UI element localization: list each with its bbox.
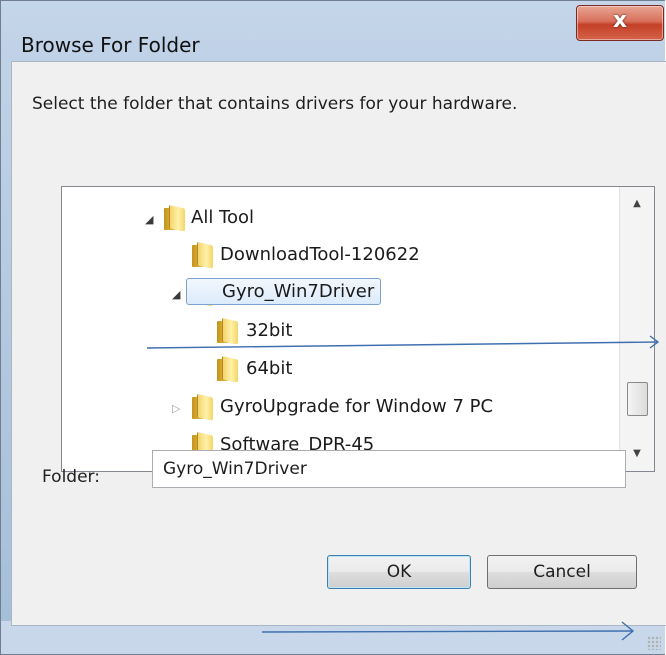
browse-for-folder-dialog: Browse For Folder x Select the folder th… xyxy=(0,0,666,655)
folder-icon xyxy=(217,318,238,345)
close-icon: x xyxy=(612,8,628,33)
expand-arrow-icon[interactable]: ◢ xyxy=(172,288,180,301)
instruction-text: Select the folder that contains drivers … xyxy=(32,94,518,114)
folder-tree-view[interactable]: ◢ All Tool DownloadTool-120622 ◢ Gyro_Wi… xyxy=(61,186,655,472)
folder-icon xyxy=(217,356,238,383)
cancel-button[interactable]: Cancel xyxy=(487,555,637,589)
scroll-up-arrow-icon[interactable]: ▲ xyxy=(620,189,654,219)
tree-item-all-tool[interactable]: ◢ All Tool xyxy=(62,205,617,233)
dialog-body: Select the folder that contains drivers … xyxy=(11,61,666,626)
title-bar[interactable]: Browse For Folder x xyxy=(1,1,665,61)
scrollbar-thumb[interactable] xyxy=(627,382,648,416)
close-button[interactable]: x xyxy=(576,5,664,41)
window-title: Browse For Folder xyxy=(21,33,200,57)
folder-caption: Folder: xyxy=(42,467,100,487)
tree-item-label-selected: Gyro_Win7Driver xyxy=(186,278,382,305)
tree-item-label: DownloadTool-120622 xyxy=(220,244,420,265)
tree-item-label: GyroUpgrade for Window 7 PC xyxy=(220,396,494,417)
tree-item-label: 32bit xyxy=(246,320,293,341)
resize-grip-icon[interactable] xyxy=(647,636,661,650)
collapsed-arrow-icon[interactable]: ▷ xyxy=(172,402,180,415)
ok-button[interactable]: OK xyxy=(327,555,471,589)
folder-icon xyxy=(164,205,185,232)
folder-icon xyxy=(192,394,213,421)
tree-item-downloadtool[interactable]: DownloadTool-120622 xyxy=(62,242,617,270)
tree-item-gyro-win7driver[interactable]: ◢ Gyro_Win7Driver xyxy=(62,278,617,308)
window-frame-edge xyxy=(1,61,11,621)
tree-item-label: 64bit xyxy=(246,358,293,379)
vertical-scrollbar[interactable]: ▲ ▼ xyxy=(619,187,654,471)
tree-item-label: All Tool xyxy=(191,207,254,228)
tree-item-gyroupgrade[interactable]: ▷ GyroUpgrade for Window 7 PC xyxy=(62,394,617,422)
tree-item-32bit[interactable]: 32bit xyxy=(62,318,617,346)
folder-input[interactable] xyxy=(152,450,626,488)
folder-icon xyxy=(192,242,213,269)
tree-item-64bit[interactable]: 64bit xyxy=(62,356,617,384)
expand-arrow-icon[interactable]: ◢ xyxy=(145,213,153,226)
